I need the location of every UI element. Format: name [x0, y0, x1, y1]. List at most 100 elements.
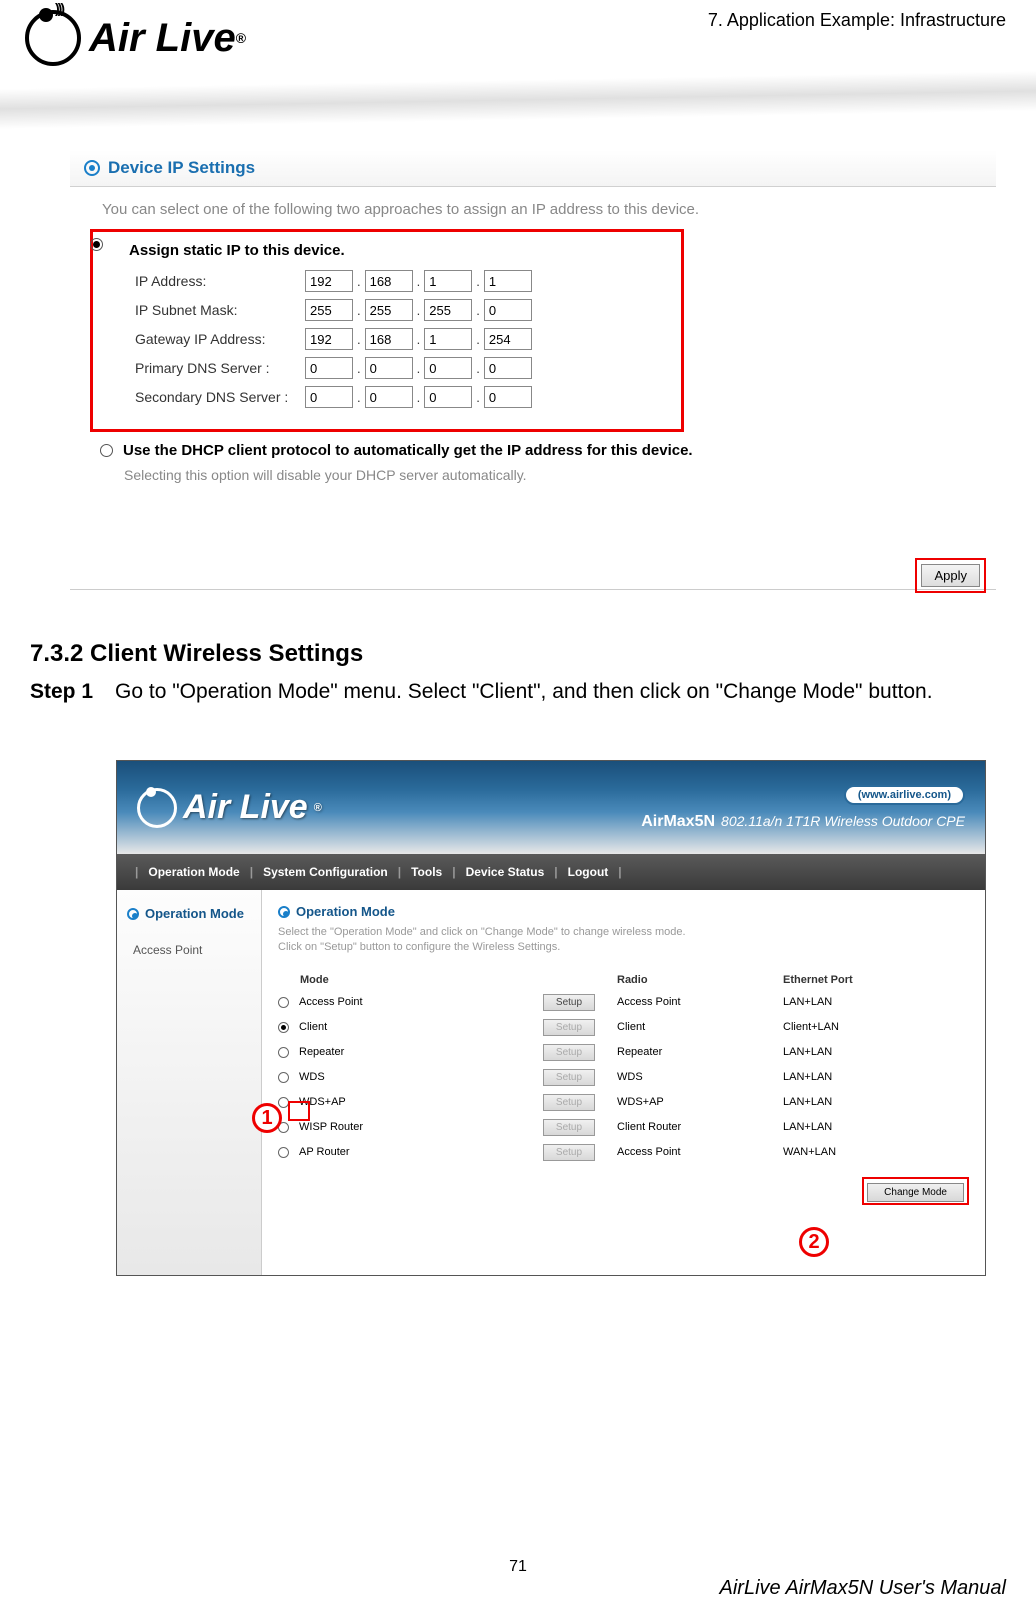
ip-address-row: IP Address: . . . [135, 270, 667, 292]
bullet-icon [84, 160, 100, 176]
radio-value: WDS+AP [617, 1096, 783, 1108]
sdns-d[interactable] [484, 386, 532, 408]
bullet-icon [127, 908, 139, 920]
pdns-c[interactable] [424, 357, 472, 379]
radio-value: Access Point [617, 996, 783, 1008]
nav-device-status[interactable]: Device Status [466, 865, 545, 879]
radio-value: Repeater [617, 1046, 783, 1058]
dhcp-label: Use the DHCP client protocol to automati… [123, 442, 693, 459]
mode-name: AP Router [299, 1146, 350, 1158]
gateway-row: Gateway IP Address: . . . [135, 328, 667, 350]
gw-b[interactable] [365, 328, 413, 350]
change-mode-highlight: Change Mode [862, 1177, 969, 1205]
mode-radio[interactable] [278, 1047, 289, 1058]
nav-system-config[interactable]: System Configuration [263, 865, 388, 879]
sidebar-item-access-point[interactable]: Access Point [117, 931, 261, 969]
nav-operation-mode[interactable]: Operation Mode [148, 865, 239, 879]
radio-value: Client [617, 1021, 783, 1033]
mode-radio[interactable] [278, 997, 289, 1008]
page-number: 71 [0, 1558, 1036, 1576]
mode-table: Mode Radio Ethernet Port Access PointSet… [262, 970, 985, 1165]
pdns-a[interactable] [305, 357, 353, 379]
sidebar-heading: Operation Mode [117, 890, 261, 931]
callout-1: 1 [252, 1103, 282, 1133]
gw-a[interactable] [305, 328, 353, 350]
sidebar-heading-text: Operation Mode [145, 906, 244, 921]
mode-name: Client [299, 1021, 327, 1033]
ip-b[interactable] [365, 270, 413, 292]
ip-address-label: IP Address: [135, 273, 305, 289]
mode-name: WISP Router [299, 1121, 363, 1133]
banner-logo: Air Live ® [137, 788, 322, 828]
gateway-label: Gateway IP Address: [135, 331, 305, 347]
banner: Air Live® (www.airlive.com) AirMax5N802.… [117, 761, 985, 854]
gw-d[interactable] [484, 328, 532, 350]
model-line: AirMax5N802.11a/n 1T1R Wireless Outdoor … [641, 813, 965, 829]
mode-row: Access PointSetupAccess PointLAN+LAN [278, 990, 969, 1015]
desc-line2: Click on "Setup" button to configure the… [278, 941, 560, 953]
banner-logo-text: Air Live [183, 788, 308, 827]
ip-c[interactable] [424, 270, 472, 292]
footer-manual: AirLive AirMax5N User's Manual [720, 1577, 1007, 1600]
mode-name: Repeater [299, 1046, 344, 1058]
static-ip-highlight: Assign static IP to this device. IP Addr… [90, 229, 684, 432]
dhcp-note: Selecting this option will disable your … [124, 463, 996, 487]
mode-row: WDS+APSetupWDS+APLAN+LAN [278, 1090, 969, 1115]
subnet-row: IP Subnet Mask: . . . [135, 299, 667, 321]
change-mode-button[interactable]: Change Mode [867, 1183, 964, 1202]
apply-button[interactable]: Apply [921, 564, 980, 587]
step-body: Go to "Operation Mode" menu. Select "Cli… [115, 678, 933, 706]
reg-mark: ® [236, 30, 246, 46]
dhcp-radio[interactable] [100, 444, 113, 457]
main-desc: Select the "Operation Mode" and click on… [262, 925, 985, 970]
primary-dns-row: Primary DNS Server : . . . [135, 357, 667, 379]
mode-radio[interactable] [278, 1022, 289, 1033]
setup-button[interactable]: Setup [543, 1119, 595, 1136]
secondary-dns-row: Secondary DNS Server : . . . [135, 386, 667, 408]
step-paragraph: Step 1 Go to "Operation Mode" menu. Sele… [30, 678, 1010, 706]
sdns-c[interactable] [424, 386, 472, 408]
nav-tools[interactable]: Tools [411, 865, 442, 879]
setup-button[interactable]: Setup [543, 1044, 595, 1061]
ethernet-value: LAN+LAN [783, 1046, 969, 1058]
setup-button[interactable]: Setup [543, 1144, 595, 1161]
nav-logout[interactable]: Logout [568, 865, 609, 879]
logo-text: Air Live [89, 16, 236, 61]
mode-row: WISP RouterSetupClient RouterLAN+LAN [278, 1115, 969, 1140]
ip-d[interactable] [484, 270, 532, 292]
setup-button[interactable]: Setup [543, 1094, 595, 1111]
static-ip-label: Assign static IP to this device. [129, 242, 345, 259]
sdns-a[interactable] [305, 386, 353, 408]
header-divider [0, 71, 1036, 129]
setup-button[interactable]: Setup [543, 994, 595, 1011]
ip-a[interactable] [305, 270, 353, 292]
sdns-b[interactable] [365, 386, 413, 408]
pdns-b[interactable] [365, 357, 413, 379]
setup-button[interactable]: Setup [543, 1019, 595, 1036]
radio-value: WDS [617, 1071, 783, 1083]
gw-c[interactable] [424, 328, 472, 350]
ethernet-value: WAN+LAN [783, 1146, 969, 1158]
sidebar: Operation Mode Access Point [117, 890, 262, 1275]
mask-a[interactable] [305, 299, 353, 321]
chapter-title: 7. Application Example: Infrastructure [708, 10, 1006, 31]
main-heading-text: Operation Mode [296, 904, 395, 919]
reg-mark: ® [314, 802, 322, 814]
sdns-label: Secondary DNS Server : [135, 389, 305, 405]
mask-d[interactable] [484, 299, 532, 321]
intro-text: You can select one of the following two … [70, 187, 996, 232]
static-ip-radio[interactable] [90, 238, 103, 251]
mode-row: WDSSetupWDSLAN+LAN [278, 1065, 969, 1090]
mask-b[interactable] [365, 299, 413, 321]
mask-c[interactable] [424, 299, 472, 321]
setup-button[interactable]: Setup [543, 1069, 595, 1086]
pdns-d[interactable] [484, 357, 532, 379]
ethernet-value: LAN+LAN [783, 1071, 969, 1083]
wifi-logo-icon [137, 788, 177, 828]
main-heading: Operation Mode [262, 890, 985, 925]
mode-radio[interactable] [278, 1072, 289, 1083]
brand-logo: Air Live® [25, 10, 246, 66]
model-name: AirMax5N [641, 813, 715, 830]
main-content: Operation Mode Select the "Operation Mod… [262, 890, 985, 1275]
mode-radio[interactable] [278, 1147, 289, 1158]
